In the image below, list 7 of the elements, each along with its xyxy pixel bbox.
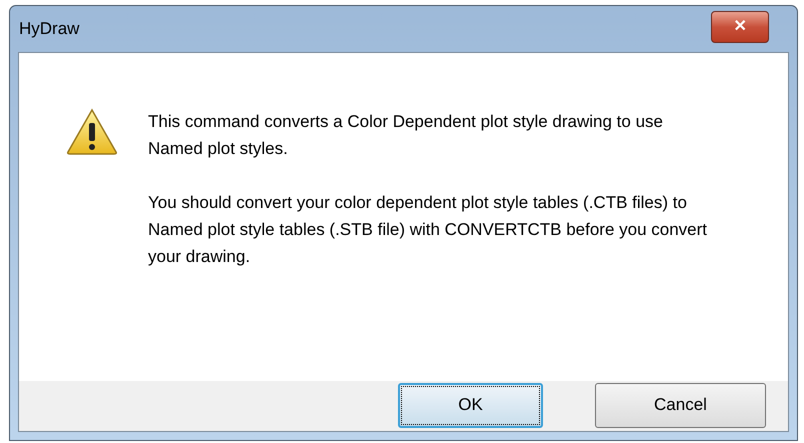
dialog-button[interactable]: Cancel	[595, 382, 766, 428]
warning-icon	[66, 108, 118, 156]
close-button[interactable]: ✕	[711, 11, 769, 43]
message-text: You should convert your color dependent plot style tables (.CTB files) to Named plot style tables (.STB file) with CONVERTCTB before you convert your drawing.	[148, 192, 708, 268]
message-text: This command converts a Color Dependent plot style drawing to use Named plot styles.	[148, 111, 664, 160]
window-title: HyDraw	[18, 18, 80, 40]
dialog-button[interactable]: OK	[398, 382, 543, 428]
